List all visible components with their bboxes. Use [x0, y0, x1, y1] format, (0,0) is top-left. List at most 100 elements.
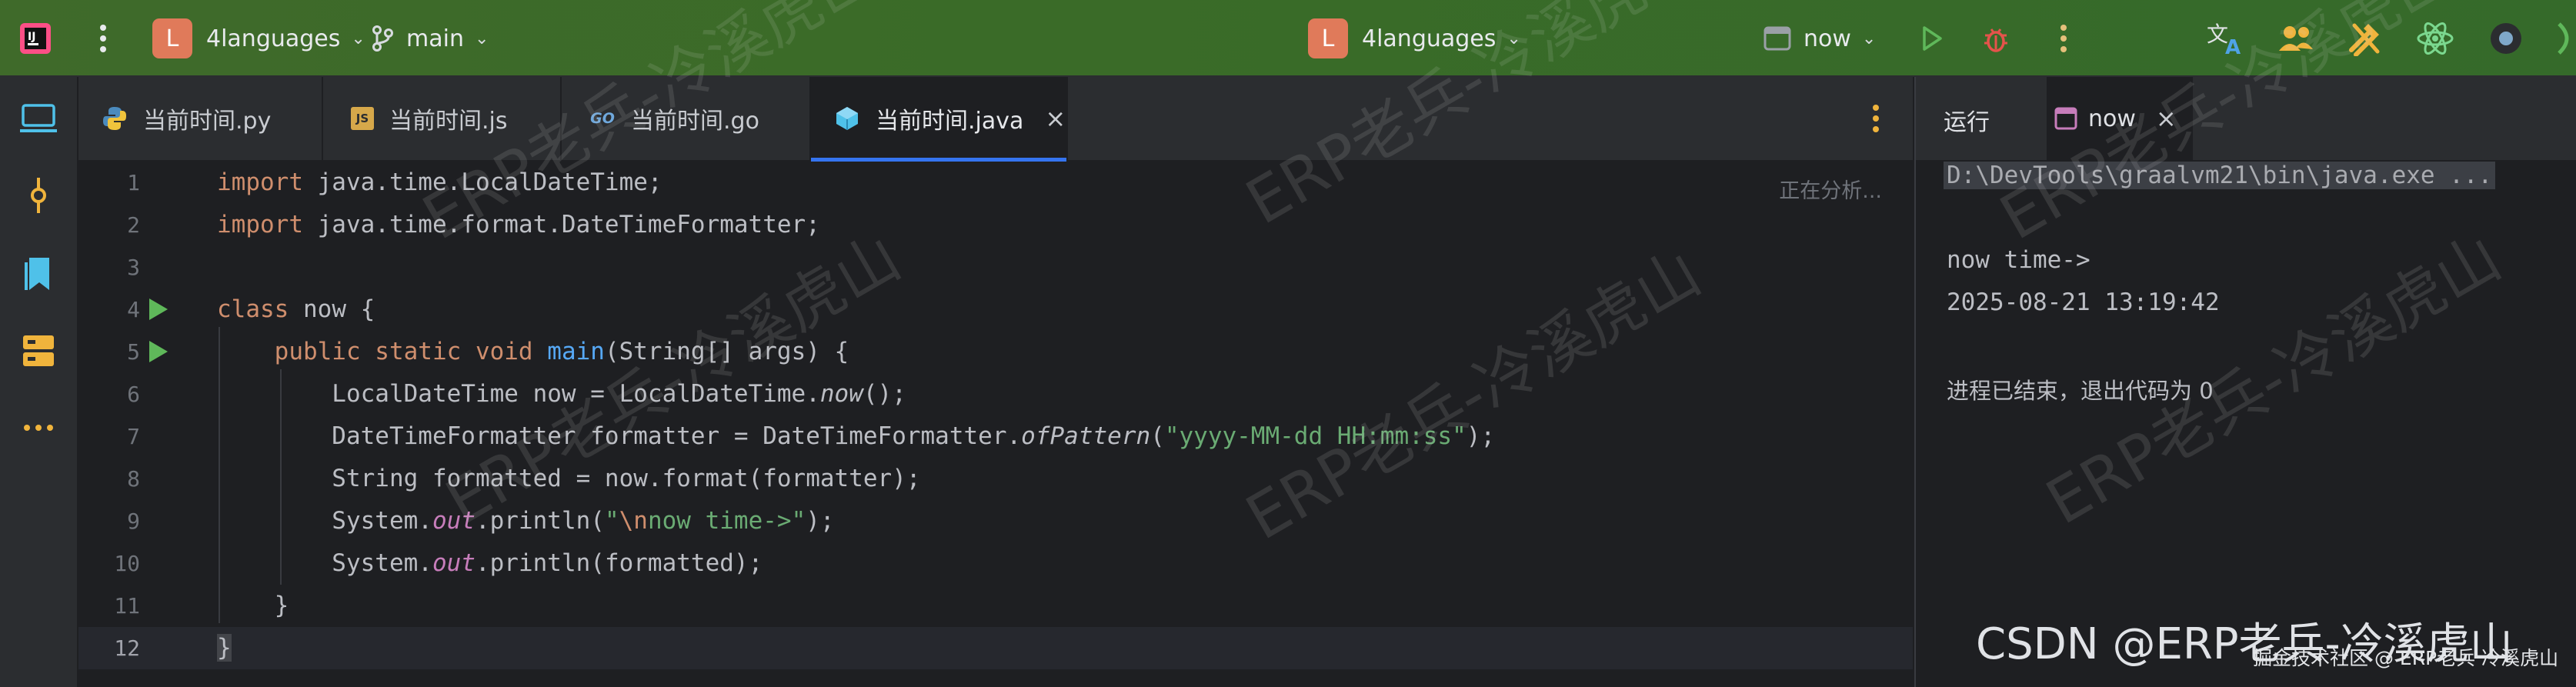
console-command-line[interactable]: D:\DevTools\graalvm21\bin\java.exe ... [1944, 162, 2496, 189]
left-tool-strip [0, 77, 78, 687]
collaboration-icon[interactable] [2277, 0, 2314, 77]
line-number: 8 [127, 466, 140, 492]
chevron-down-icon: ⌄ [1507, 28, 1521, 48]
tab-label: 当前时间.go [631, 108, 759, 135]
tab-java[interactable]: 当前时间.java × [811, 77, 1068, 162]
svg-text:IJ: IJ [28, 31, 35, 43]
run-button[interactable] [1920, 0, 1944, 77]
project-badge: L [152, 18, 192, 58]
run-config-selector[interactable]: now ⌄ [1763, 0, 1876, 77]
line-number: 11 [114, 593, 140, 619]
line-number: 6 [127, 382, 140, 407]
code-text: class now { [217, 295, 375, 323]
run-config-tab-label: now [2088, 105, 2136, 132]
git-branch-icon [372, 25, 393, 52]
code-editor[interactable]: 正在分析... 1 import java.time.LocalDateTime… [78, 162, 1913, 687]
run-config-tab[interactable]: now × [2047, 77, 2193, 160]
project-name: 4languages [1362, 25, 1497, 52]
code-line: 3 [78, 246, 1913, 288]
run-icon [1923, 26, 1942, 51]
tab-close-icon[interactable]: × [2156, 104, 2177, 133]
code-line: 11 } [78, 585, 1913, 627]
console-output-line: 2025-08-21 13:19:42 [1947, 288, 2220, 316]
run-gutter-icon[interactable] [149, 341, 168, 362]
code-text: String formatted = now.format(formatter)… [217, 465, 921, 492]
console-output-line: now time-> [1947, 246, 2090, 274]
project-name: 4languages [206, 25, 341, 52]
translate-icon[interactable]: 文A [2207, 0, 2247, 77]
ai-assistant-icon[interactable] [2488, 0, 2524, 77]
code-text: LocalDateTime now = LocalDateTime.now(); [217, 380, 906, 408]
code-line: 8 String formatted = now.format(formatte… [78, 458, 1913, 500]
react-atom-icon[interactable] [2416, 0, 2454, 77]
tab-label: 当前时间.java [876, 108, 1024, 135]
bookmarks-icon[interactable] [15, 251, 62, 297]
app-logo-icon[interactable]: IJ [18, 0, 52, 77]
chevron-down-icon: ⌄ [1861, 28, 1877, 48]
main-menu-icon[interactable] [98, 0, 108, 77]
code-text: } [217, 634, 232, 662]
chevron-down-icon: ⌄ [474, 28, 489, 48]
line-number: 7 [127, 424, 140, 449]
code-text: DateTimeFormatter formatter = DateTimeFo… [217, 422, 1496, 450]
javascript-icon: JS [351, 107, 374, 130]
code-text: public static void main(String[] args) { [274, 338, 849, 365]
java-class-icon [834, 105, 860, 132]
branch-name: main [406, 25, 464, 52]
tab-label: 当前时间.py [143, 108, 272, 135]
project-selector[interactable]: L 4languages ⌄ [152, 0, 365, 77]
more-tools-icon[interactable] [15, 405, 62, 451]
line-number: 10 [114, 551, 140, 576]
services-icon[interactable] [15, 328, 62, 374]
line-number: 5 [127, 339, 140, 365]
line-number: 3 [127, 255, 140, 280]
line-number: 12 [114, 635, 140, 661]
console-exit-line: 进程已结束，退出代码为 0 [1947, 378, 2214, 404]
overflow-edge-icon [2553, 0, 2576, 77]
more-actions-icon[interactable] [2059, 0, 2068, 77]
code-line: 9 System.out.println("\nnow time->"); [78, 500, 1913, 542]
run-tool-window: 运行 now × D:\DevTools\graalvm21\bin\java.… [1914, 77, 2576, 687]
python-icon [102, 105, 128, 132]
code-text: import java.time.format.DateTimeFormatte… [217, 211, 820, 238]
run-config-name: now [1804, 25, 1851, 52]
chevron-down-icon: ⌄ [351, 28, 365, 48]
code-text: } [217, 592, 289, 619]
code-text: System.out.println("\nnow time->"); [217, 507, 835, 535]
tab-go[interactable]: GO 当前时间.go [562, 77, 811, 160]
debug-icon [1984, 28, 2007, 52]
code-line-current: 12 } [78, 627, 1913, 669]
project-badge: L [1308, 18, 1348, 58]
code-text: import java.time.LocalDateTime; [217, 168, 662, 196]
source-footnote: 掘金技术社区 @ ERP老兵 冷溪虎山 [2253, 647, 2559, 669]
code-text: System.out.println(formatted); [217, 549, 763, 577]
code-line: 2 import java.time.format.DateTimeFormat… [78, 204, 1913, 246]
line-number: 1 [127, 170, 140, 195]
tab-close-icon[interactable]: × [1045, 104, 1066, 133]
commit-icon[interactable] [15, 172, 62, 218]
run-gutter-icon[interactable] [149, 298, 168, 320]
code-line: 6 LocalDateTime now = LocalDateTime.now(… [78, 373, 1913, 415]
code-line: 5 public static void main(String[] args)… [78, 331, 1913, 373]
line-number: 4 [127, 297, 140, 322]
svg-text:A: A [2225, 36, 2241, 57]
code-line: 1 import java.time.LocalDateTime; [78, 162, 1913, 204]
center-project-selector[interactable]: L 4languages ⌄ [1308, 0, 1521, 77]
run-config-icon [1763, 26, 1791, 51]
run-config-icon [2054, 107, 2077, 130]
project-view-icon[interactable] [15, 95, 62, 142]
go-icon: GO [590, 110, 615, 127]
debug-button[interactable] [1982, 0, 2010, 77]
line-number: 9 [127, 509, 140, 534]
tab-label: 当前时间.js [389, 108, 508, 135]
run-tool-header: 运行 now × [1916, 77, 2576, 162]
run-tab-label[interactable]: 运行 [1944, 103, 1990, 137]
editor-tabs-menu-icon[interactable] [1871, 103, 1880, 137]
line-number: 2 [127, 212, 140, 238]
branch-selector[interactable]: main ⌄ [371, 0, 489, 77]
code-line: 10 System.out.println(formatted); [78, 542, 1913, 585]
build-tools-icon[interactable] [2347, 0, 2382, 77]
tab-py[interactable]: 当前时间.py [78, 77, 323, 160]
tab-js[interactable]: JS 当前时间.js [323, 77, 562, 160]
title-bar: IJ L 4languages ⌄ main ⌄ L 4languages ⌄ … [0, 0, 2576, 77]
